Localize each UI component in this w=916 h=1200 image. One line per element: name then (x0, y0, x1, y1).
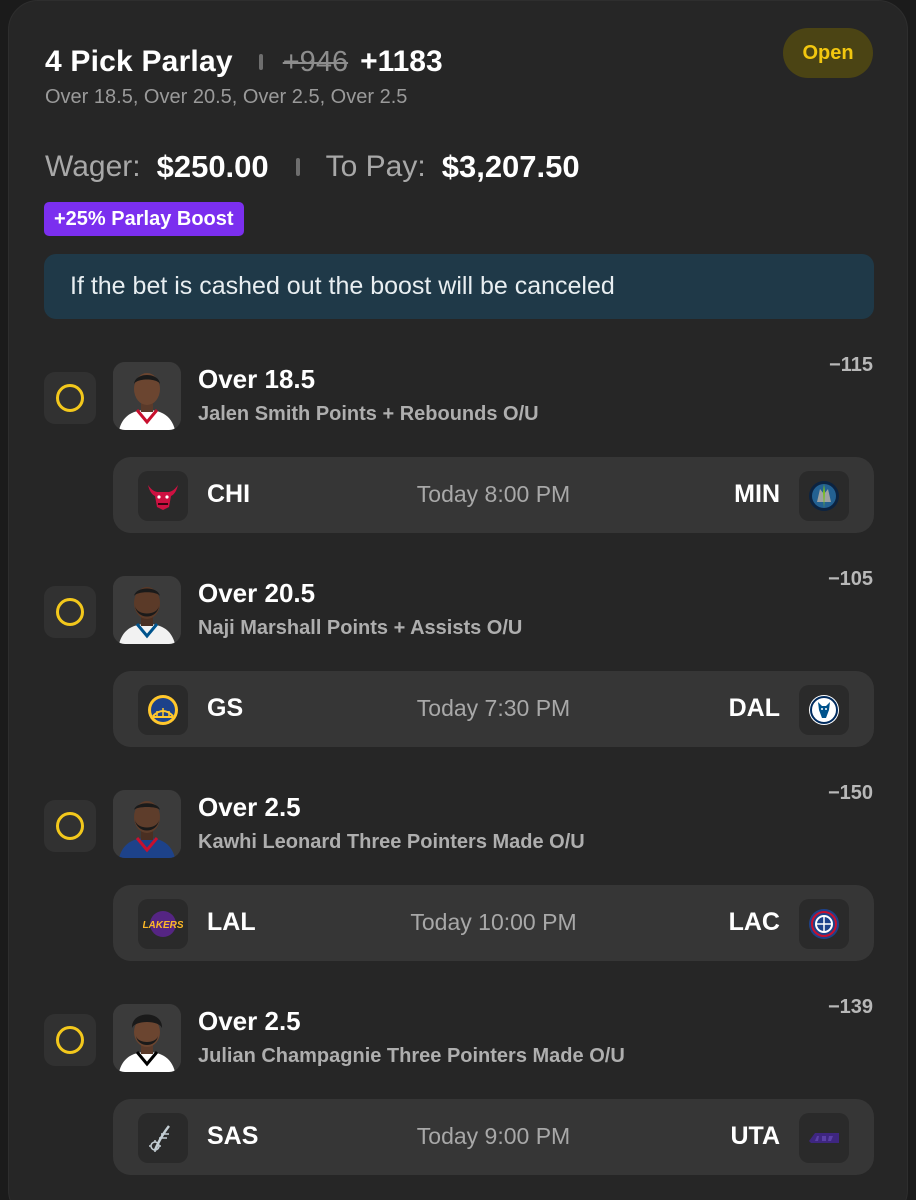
pending-circle-icon (56, 812, 84, 840)
leg-status-indicator (44, 586, 96, 638)
wager-row: Wager: $250.00 To Pay: $3,207.50 (45, 145, 580, 189)
away-team-code: UTA (730, 1122, 780, 1150)
selections-summary: Over 18.5, Over 20.5, Over 2.5, Over 2.5 (45, 86, 408, 108)
leg-odds: −139 (827, 996, 873, 1018)
timberwolves-icon (809, 481, 839, 511)
market-name: Jalen Smith Points + Rebounds O/U (198, 403, 539, 425)
jazz-icon (809, 1133, 839, 1143)
parlay-boost-badge: +25% Parlay Boost (44, 202, 244, 236)
pick-line: Over 20.5 (198, 578, 316, 608)
pending-circle-icon (56, 384, 84, 412)
team-logo-away (799, 899, 849, 949)
wager-label: Wager: (45, 150, 141, 183)
pick-line: Over 18.5 (198, 364, 316, 394)
divider (258, 54, 263, 70)
mavericks-icon (809, 695, 839, 725)
game-matchup[interactable]: CHI Today 8:00 PM MIN (113, 457, 874, 533)
leg-item: Over 18.5 Jalen Smith Points + Rebounds … (9, 354, 909, 542)
away-team-code: MIN (734, 480, 780, 508)
player-avatar (113, 362, 181, 430)
pending-circle-icon (56, 1026, 84, 1054)
parlay-title: 4 Pick Parlay (45, 45, 233, 78)
leg-item: Over 2.5 Kawhi Leonard Three Pointers Ma… (9, 782, 909, 970)
wager-amount: $250.00 (156, 149, 269, 184)
away-team-code: LAC (728, 908, 780, 936)
leg-status-indicator (44, 372, 96, 424)
leg-odds: −150 (827, 782, 873, 804)
market-name: Naji Marshall Points + Assists O/U (198, 617, 523, 639)
divider (295, 158, 300, 176)
team-logo-away (799, 685, 849, 735)
original-odds: +946 (282, 45, 349, 78)
team-logo-away (799, 471, 849, 521)
away-team-code: DAL (728, 694, 780, 722)
leg-odds: −115 (829, 354, 873, 376)
cashout-notice: If the bet is cashed out the boost will … (44, 254, 874, 319)
payout-label: To Pay: (325, 150, 426, 183)
status-badge: Open (783, 28, 873, 78)
player-avatar (113, 576, 181, 644)
player-avatar (113, 790, 181, 858)
player-avatar (113, 1004, 181, 1072)
clippers-icon (809, 909, 839, 939)
game-matchup[interactable]: LAKERS LAL Today 10:00 PM LAC (113, 885, 874, 961)
leg-item: Over 20.5 Naji Marshall Points + Assists… (9, 568, 909, 756)
pick-line: Over 2.5 (198, 1006, 301, 1036)
market-name: Kawhi Leonard Three Pointers Made O/U (198, 831, 585, 853)
boosted-odds: +1183 (360, 45, 443, 78)
pending-circle-icon (56, 598, 84, 626)
market-name: Julian Champagnie Three Pointers Made O/… (198, 1045, 625, 1067)
parlay-bet-card: 4 Pick Parlay +946 +1183 Over 18.5, Over… (8, 0, 908, 1200)
leg-odds: −105 (827, 568, 873, 590)
payout-amount: $3,207.50 (441, 149, 580, 184)
parlay-header: 4 Pick Parlay +946 +1183 (45, 41, 443, 83)
game-matchup[interactable]: GS Today 7:30 PM DAL (113, 671, 874, 747)
game-matchup[interactable]: SAS Today 9:00 PM UTA (113, 1099, 874, 1175)
pick-line: Over 2.5 (198, 792, 301, 822)
leg-status-indicator (44, 1014, 96, 1066)
leg-status-indicator (44, 800, 96, 852)
leg-item: Over 2.5 Julian Champagnie Three Pointer… (9, 996, 909, 1184)
team-logo-away (799, 1113, 849, 1163)
